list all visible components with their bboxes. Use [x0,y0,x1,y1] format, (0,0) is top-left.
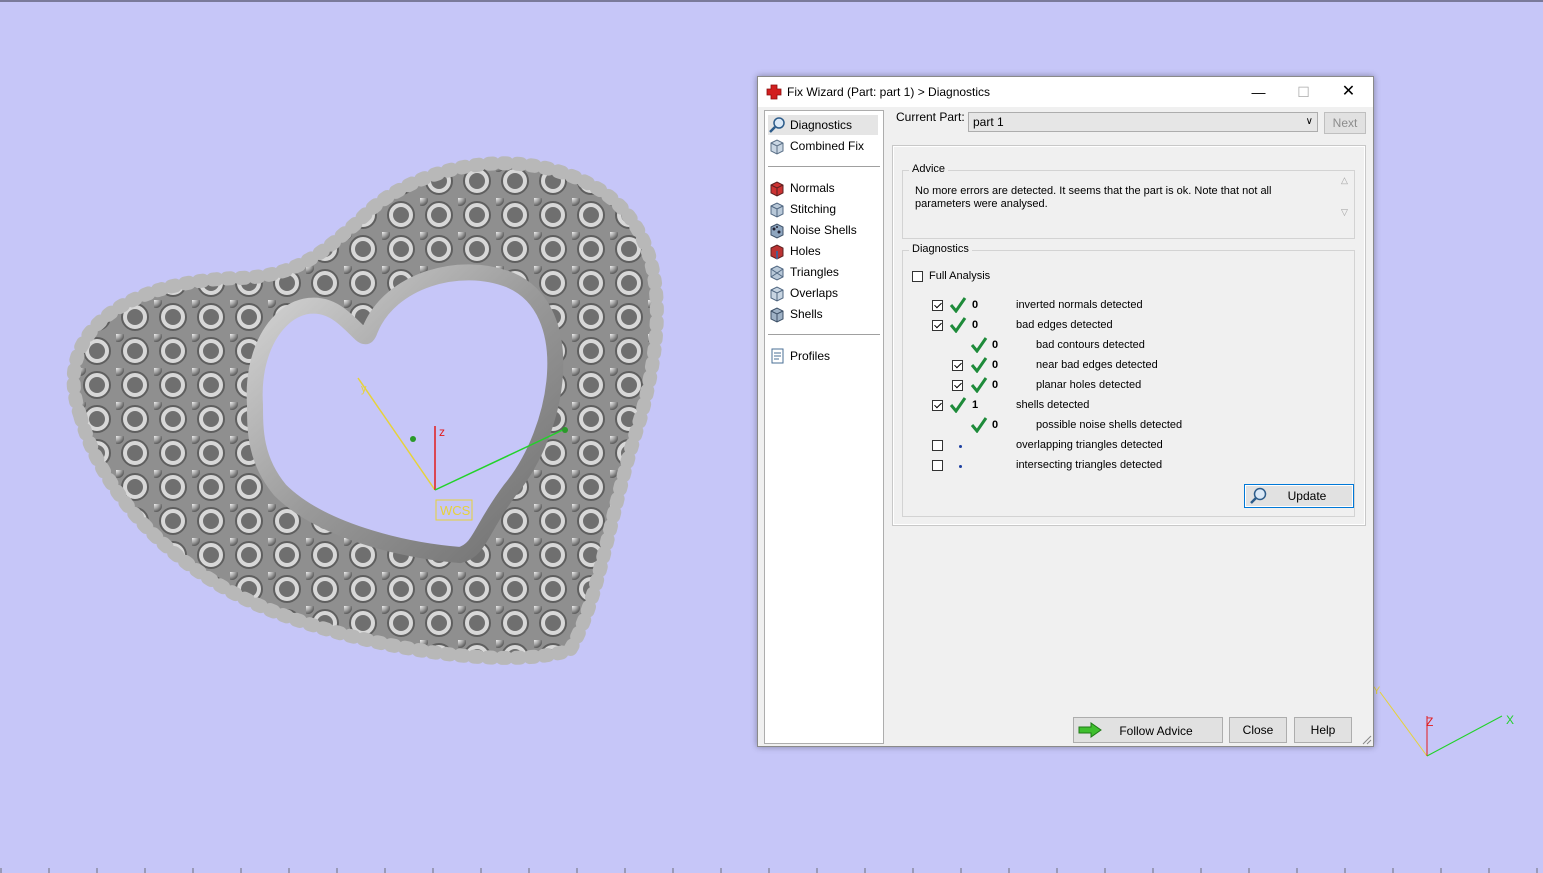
full-analysis-label: Full Analysis [929,270,991,282]
svg-text:WCS: WCS [440,503,471,518]
svg-text:Y: Y [1373,685,1381,697]
pending-dot-icon [959,465,962,468]
combined-fix-icon [770,139,784,155]
nav-item-shells[interactable]: Shells [768,304,878,324]
title-bar[interactable]: Fix Wizard (Part: part 1) > Diagnostics … [758,77,1373,107]
close-window-button[interactable]: ✕ [1326,77,1371,107]
corner-axes-indicator: Y Z X [1373,685,1514,757]
check-mark-icon [970,377,988,393]
nav-separator [768,166,880,167]
nav-separator [768,334,880,335]
profiles-icon [771,348,784,364]
diagnostics-group: Diagnostics Full Analysis 0 inverted nor… [902,243,1355,517]
noise-shells-count: 0 [992,419,999,431]
shells-icon [770,307,784,323]
pending-dot-icon [959,445,962,448]
normals-icon [770,181,784,197]
near-bad-edges-count: 0 [992,359,999,371]
red-cross-icon [766,84,782,100]
svg-text:Z: Z [1426,715,1433,729]
scroll-down-icon[interactable]: ▽ [1341,207,1348,218]
svg-text:z: z [439,425,445,439]
advice-title: Advice [909,163,949,175]
bad-contours-label: bad contours detected [1036,339,1145,351]
nav-item-profiles[interactable]: Profiles [768,346,878,366]
dialog-title: Fix Wizard (Part: part 1) > Diagnostics [787,85,991,99]
bad-edges-count: 0 [972,319,979,331]
current-part-label: Current Part: [896,110,965,124]
shells-label: shells detected [1016,399,1090,411]
noise-shells-icon [770,223,784,239]
check-mark-icon [970,337,988,353]
planar-holes-count: 0 [992,379,999,391]
noise-shells-label: possible noise shells detected [1036,419,1183,431]
planar-holes-checkbox[interactable] [952,380,963,391]
advice-scrollbar[interactable]: △ ▽ [1338,173,1354,225]
heart-model[interactable]: y z WCS [40,130,680,690]
near-bad-edges-checkbox[interactable] [952,360,963,371]
holes-icon [770,244,784,260]
nav-item-normals[interactable]: Normals [768,178,878,198]
maximize-button[interactable]: ☐ [1281,77,1326,107]
follow-advice-label: Follow Advice [1119,724,1193,738]
overlapping-triangles-checkbox[interactable] [932,440,943,451]
planar-holes-label: planar holes detected [1036,379,1142,391]
bad-edges-checkbox[interactable] [932,320,943,331]
stitching-icon [770,202,784,218]
overlapping-triangles-label: overlapping triangles detected [1016,439,1163,451]
nav-item-triangles[interactable]: Triangles [768,262,878,282]
overlaps-icon [770,286,784,302]
inverted-normals-label: inverted normals detected [1016,299,1143,311]
nav-item-overlaps[interactable]: Overlaps [768,283,878,303]
bad-contours-count: 0 [992,339,999,351]
nav-item-stitching[interactable]: Stitching [768,199,878,219]
chevron-down-icon: ∨ [1305,116,1313,127]
diagnostics-title: Diagnostics [909,243,972,255]
triangles-icon [770,265,784,281]
full-analysis-checkbox[interactable] [912,271,923,282]
update-button[interactable]: Update [1244,484,1354,508]
next-button[interactable]: Next [1324,112,1366,134]
follow-advice-button[interactable]: Follow Advice [1073,717,1223,743]
fix-wizard-dialog: Fix Wizard (Part: part 1) > Diagnostics … [757,76,1374,747]
help-button[interactable]: Help [1294,717,1352,743]
current-part-select[interactable]: part 1 ∨ [968,112,1318,132]
diagnostics-panel: Advice No more errors are detected. It s… [892,145,1366,526]
window-bottom-ruler [0,868,1543,873]
nav-item-combined-fix[interactable]: Combined Fix [768,136,878,156]
resize-grip-icon[interactable] [1362,735,1372,745]
advice-group: Advice No more errors are detected. It s… [902,163,1355,239]
nav-item-diagnostics[interactable]: Diagnostics [768,115,878,135]
intersecting-triangles-checkbox[interactable] [932,460,943,471]
scroll-up-icon[interactable]: △ [1341,175,1348,186]
close-button[interactable]: Close [1229,717,1287,743]
minimize-button[interactable]: — [1236,77,1281,107]
update-label: Update [1287,489,1327,503]
nav-item-holes[interactable]: Holes [768,241,878,261]
shells-count: 1 [972,399,979,411]
near-bad-edges-label: near bad edges detected [1036,359,1158,371]
intersecting-triangles-label: intersecting triangles detected [1016,459,1163,471]
check-mark-icon [970,417,988,433]
check-mark-icon [949,317,967,333]
check-mark-icon [949,397,967,413]
magnifier-icon [769,117,785,133]
check-mark-icon [949,297,967,313]
window-top-border [0,0,1543,2]
nav-item-noise-shells[interactable]: Noise Shells [768,220,878,240]
advice-text: No more errors are detected. It seems th… [915,185,1272,210]
svg-text:X: X [1506,713,1514,727]
current-part-value: part 1 [973,115,1004,129]
inverted-normals-count: 0 [972,299,979,311]
check-mark-icon [970,357,988,373]
wizard-nav: Diagnostics Combined Fix Normals Stitchi… [764,110,884,744]
bad-edges-label: bad edges detected [1016,319,1113,331]
shells-checkbox[interactable] [932,400,943,411]
svg-text:y: y [361,383,367,395]
inverted-normals-checkbox[interactable] [932,300,943,311]
